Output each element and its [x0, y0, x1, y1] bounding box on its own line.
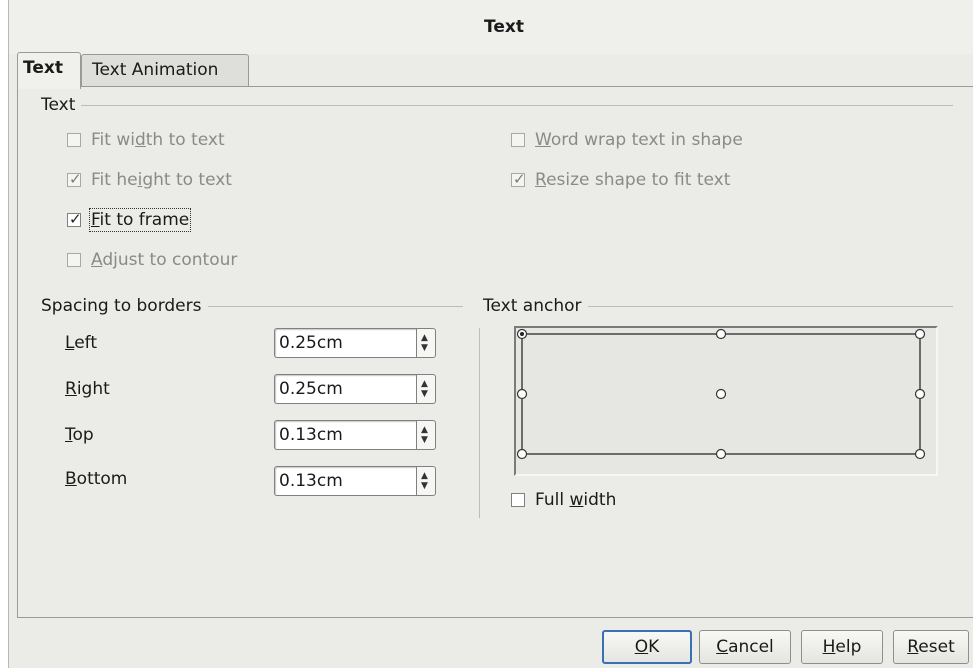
text-anchor-selector[interactable] [514, 326, 938, 476]
title-bar: Text [9, 0, 973, 54]
fit-width-label: Fit width to text [91, 130, 225, 150]
anchor-bottom-right[interactable] [914, 448, 926, 460]
spin-up-icon[interactable]: ▲ [421, 425, 428, 435]
ok-button[interactable]: OK [602, 630, 692, 664]
check-icon: ✓ [513, 170, 526, 188]
anchor-top-left[interactable] [516, 328, 528, 340]
anchor-top-center[interactable] [715, 328, 727, 340]
full-width-label: Full width [535, 490, 617, 510]
right-input[interactable]: 0.25cm [274, 374, 416, 404]
anchor-middle-right[interactable] [914, 388, 926, 400]
adjust-contour-box [67, 253, 81, 267]
tab-text-animation-label: Text Animation [92, 60, 219, 80]
fit-to-frame-label: Fit to frame [88, 208, 192, 232]
vertical-separator [479, 328, 480, 518]
right-spinbox[interactable]: 0.25cm ▲ ▼ [274, 374, 436, 404]
section-heading-anchor: Text anchor [483, 296, 588, 316]
tab-text-label: Text [23, 58, 63, 78]
fit-height-checkbox[interactable]: ✓ Fit height to text [67, 170, 232, 190]
fit-to-frame-box: ✓ [67, 210, 82, 228]
left-label: Left [65, 333, 97, 353]
cancel-button[interactable]: Cancel [699, 630, 791, 664]
full-width-checkbox[interactable]: Full width [511, 490, 616, 510]
spin-down-icon[interactable]: ▼ [421, 389, 428, 399]
anchor-center[interactable] [715, 388, 727, 400]
spin-up-icon[interactable]: ▲ [421, 333, 428, 343]
spin-up-icon[interactable]: ▲ [421, 471, 428, 481]
section-heading-spacing: Spacing to borders [41, 296, 208, 316]
word-wrap-label: Word wrap text in shape [535, 130, 743, 150]
top-label: Top [65, 425, 94, 445]
fit-height-label: Fit height to text [91, 170, 232, 190]
tab-text-animation[interactable]: Text Animation [81, 54, 249, 88]
resize-shape-checkbox[interactable]: ✓ Resize shape to fit text [511, 170, 730, 190]
check-icon: ✓ [69, 210, 82, 228]
anchor-middle-left[interactable] [516, 388, 528, 400]
full-width-box [511, 493, 525, 507]
bottom-spinbox[interactable]: 0.13cm ▲ ▼ [274, 466, 436, 496]
help-button[interactable]: Help [801, 630, 883, 664]
fit-height-box: ✓ [67, 170, 82, 188]
right-label: Right [65, 379, 110, 399]
adjust-contour-checkbox[interactable]: Adjust to contour [67, 250, 237, 270]
resize-shape-box: ✓ [511, 170, 526, 188]
resize-shape-label: Resize shape to fit text [535, 170, 731, 190]
anchor-bottom-center[interactable] [715, 448, 727, 460]
right-spin-buttons[interactable]: ▲ ▼ [416, 374, 436, 404]
spin-down-icon[interactable]: ▼ [421, 343, 428, 353]
word-wrap-checkbox[interactable]: Word wrap text in shape [511, 130, 743, 150]
spin-up-icon[interactable]: ▲ [421, 379, 428, 389]
bottom-spin-buttons[interactable]: ▲ ▼ [416, 466, 436, 496]
check-icon: ✓ [69, 170, 82, 188]
spin-down-icon[interactable]: ▼ [421, 435, 428, 445]
anchor-bottom-left[interactable] [516, 448, 528, 460]
top-input[interactable]: 0.13cm [274, 420, 416, 450]
top-spinbox[interactable]: 0.13cm ▲ ▼ [274, 420, 436, 450]
section-rule-text [43, 105, 953, 106]
text-dialog: Text Text Text Animation Text Fit width … [8, 0, 973, 668]
fit-width-box [67, 133, 81, 147]
anchor-grid-graphic [516, 328, 926, 460]
left-spin-buttons[interactable]: ▲ ▼ [416, 328, 436, 358]
word-wrap-box [511, 133, 525, 147]
top-spin-buttons[interactable]: ▲ ▼ [416, 420, 436, 450]
window-title: Text [484, 17, 524, 37]
left-input[interactable]: 0.25cm [274, 328, 416, 358]
reset-button[interactable]: Reset [893, 630, 969, 664]
section-heading-text: Text [41, 95, 82, 115]
adjust-contour-label: Adjust to contour [91, 250, 238, 270]
spin-down-icon[interactable]: ▼ [421, 481, 428, 491]
fit-width-checkbox[interactable]: Fit width to text [67, 130, 225, 150]
anchor-top-right[interactable] [914, 328, 926, 340]
fit-to-frame-checkbox[interactable]: ✓ Fit to frame [67, 208, 192, 232]
bottom-label: Bottom [65, 469, 128, 489]
bottom-input[interactable]: 0.13cm [274, 466, 416, 496]
left-spinbox[interactable]: 0.25cm ▲ ▼ [274, 328, 436, 358]
tab-text[interactable]: Text [17, 52, 81, 89]
